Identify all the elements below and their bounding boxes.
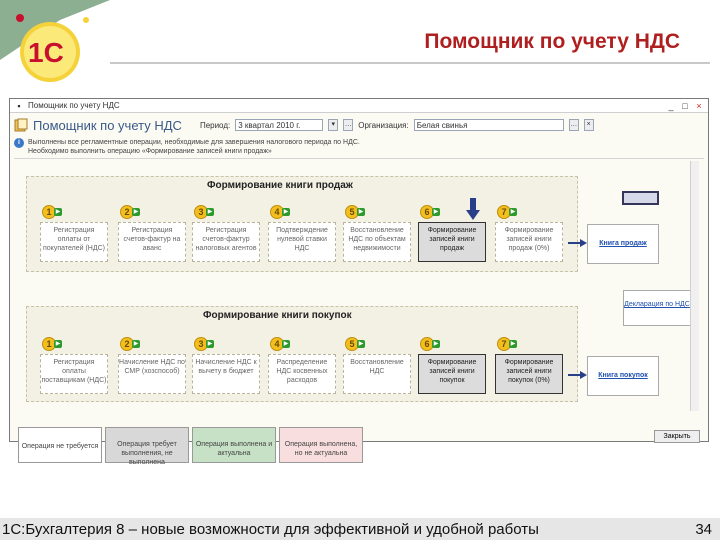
sales-step-4-badge: 4 ▶ xyxy=(270,205,290,219)
legend-done-actual: Операция выполнена и актуальна xyxy=(192,427,276,463)
assistant-icon xyxy=(14,118,28,132)
purchase-step-7-badge: 7 ▶ xyxy=(497,337,517,351)
close-button[interactable]: Закрыть xyxy=(654,430,700,443)
sales-step-6[interactable]: Формирование записей книги продаж xyxy=(418,222,486,262)
sales-step-3-badge: 3 ▶ xyxy=(194,205,214,219)
arrow-right-icon xyxy=(580,239,587,247)
sales-step-7-badge: 7 ▶ xyxy=(497,205,517,219)
period-input[interactable]: 3 квартал 2010 г. xyxy=(235,119,324,131)
sales-step-3[interactable]: Регистрация счетов-фактур налоговых аген… xyxy=(192,222,260,262)
sales-step-1[interactable]: Регистрация оплаты от покупателей (НДС) xyxy=(40,222,108,262)
info-line-2: Необходимо выполнить операцию «Формирова… xyxy=(28,148,272,155)
purchase-step-4-badge: 4 ▶ xyxy=(270,337,290,351)
sales-step-4[interactable]: Подтверждение нулевой ставки НДС xyxy=(268,222,336,262)
form-title: Помощник по учету НДС xyxy=(33,117,182,133)
clear-icon[interactable]: × xyxy=(583,119,594,131)
sales-step-6-badge: 6 ▶ xyxy=(420,205,440,219)
org-label: Организация: xyxy=(358,120,409,130)
info-icon: i xyxy=(14,138,24,148)
purchase-step-6-badge: 6 ▶ xyxy=(420,337,440,351)
app-icon: ▪ xyxy=(17,100,21,111)
purchase-step-6[interactable]: Формирование записей книги покупок xyxy=(418,354,486,394)
arrow-right-icon xyxy=(580,371,587,379)
arrow-down-icon xyxy=(466,198,480,220)
purchase-step-2[interactable]: Начисление НДС по СМР (хозспособ) xyxy=(118,354,186,394)
form-header: Помощник по учету НДС Период: 3 квартал … xyxy=(10,113,708,137)
sales-book-link[interactable]: Книга продаж xyxy=(587,224,659,264)
info-panel: i Выполнены все регламентные операции, н… xyxy=(14,137,704,159)
minimize-icon[interactable]: _ xyxy=(666,101,676,111)
vertical-scrollbar[interactable] xyxy=(690,161,699,411)
legend-done-outdated: Операция выполнена, но не актуальна xyxy=(279,427,363,463)
purchase-step-4[interactable]: Распределение НДС косвенных расходов xyxy=(268,354,336,394)
sales-step-2[interactable]: Регистрация счетов-фактур на аванс xyxy=(118,222,186,262)
sales-step-5-badge: 5 ▶ xyxy=(345,205,365,219)
legend-pending: Операция требует выполнения, не выполнен… xyxy=(105,427,189,466)
slide-footer: 1С:Бухгалтерия 8 – новые возможности для… xyxy=(0,518,720,540)
status-legend: Операция не требуется Операция требует в… xyxy=(18,427,363,466)
sales-step-1-badge: 1 ▶ xyxy=(42,205,62,219)
purchase-step-2-badge: 2 ▶ xyxy=(120,337,140,351)
organization-input[interactable]: Белая свинья xyxy=(413,119,564,131)
page-number: 34 xyxy=(695,520,712,538)
purchase-step-5-badge: 5 ▶ xyxy=(345,337,365,351)
purchase-section-title: Формирование книги покупок xyxy=(203,310,352,321)
slide-title: Помощник по учету НДС xyxy=(424,30,680,53)
close-icon[interactable]: × xyxy=(694,101,704,111)
purchase-step-1[interactable]: Регистрация оплаты поставщикам (НДС) xyxy=(40,354,108,394)
vat-declaration-link[interactable]: Декларация по НДС xyxy=(623,290,691,326)
company-logo: 1С xyxy=(0,0,110,82)
purchase-book-link[interactable]: Книга покупок xyxy=(587,356,659,396)
legend-not-required: Операция не требуется xyxy=(18,427,102,463)
period-label: Период: xyxy=(199,120,231,130)
purchase-step-1-badge: 1 ▶ xyxy=(42,337,62,351)
purchase-step-5[interactable]: Восстановление НДС xyxy=(343,354,411,394)
svg-text:1С: 1С xyxy=(28,37,64,68)
sales-step-7[interactable]: Формирование записей книги продаж (0%) xyxy=(495,222,563,262)
dropdown-icon[interactable]: ▾ xyxy=(328,119,339,131)
sales-step-5[interactable]: Восстановление НДС по объектам недвижимо… xyxy=(343,222,411,262)
calendar-icon[interactable]: … xyxy=(343,119,354,131)
info-line-1: Выполнены все регламентные операции, нео… xyxy=(28,139,360,146)
maximize-icon[interactable]: □ xyxy=(680,101,690,111)
window-titlebar: ▪ Помощник по учету НДС _ □ × xyxy=(10,99,708,113)
window-title: Помощник по учету НДС xyxy=(28,101,120,110)
purchase-step-7[interactable]: Формирование записей книги покупок (0%) xyxy=(495,354,563,394)
purchase-step-3[interactable]: Начисление НДС к вычету в бюджет xyxy=(192,354,260,394)
title-divider xyxy=(110,62,710,64)
footer-text: 1С:Бухгалтерия 8 – новые возможности для… xyxy=(2,520,539,538)
highlight-box xyxy=(622,191,659,205)
sales-section-title: Формирование книги продаж xyxy=(207,180,353,191)
purchase-step-3-badge: 3 ▶ xyxy=(194,337,214,351)
sales-step-2-badge: 2 ▶ xyxy=(120,205,140,219)
select-icon[interactable]: … xyxy=(568,119,579,131)
